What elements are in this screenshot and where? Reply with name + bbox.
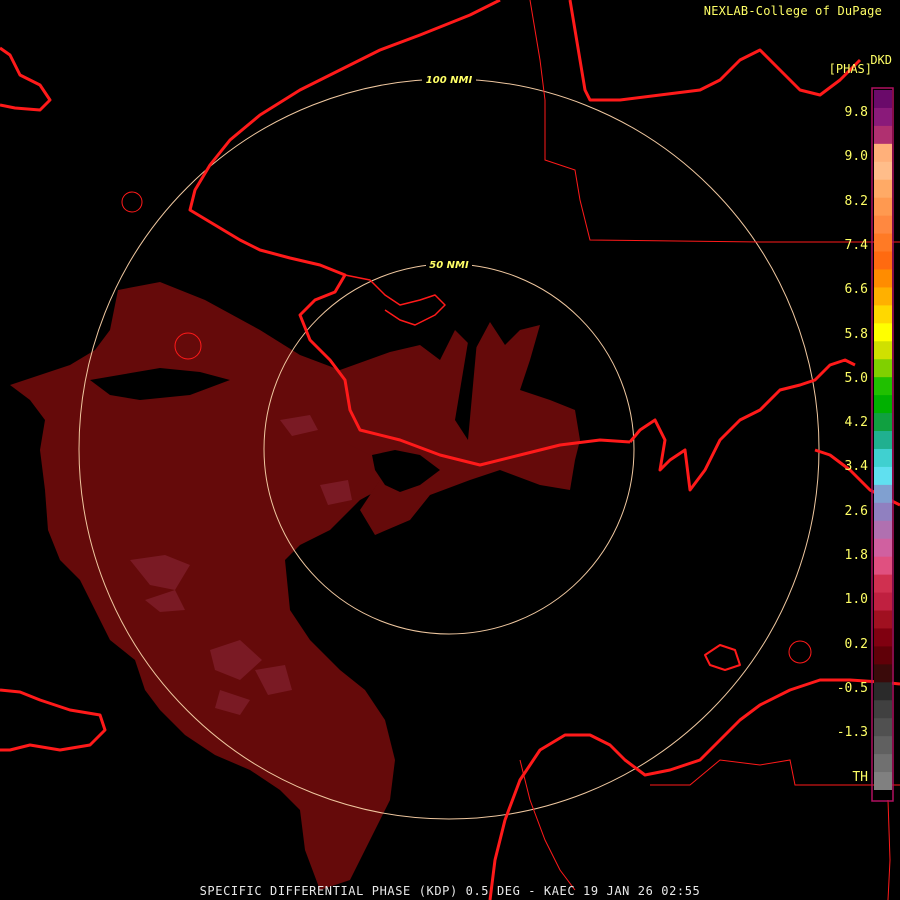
legend-swatch [874, 269, 892, 288]
coastline-west-lake [0, 46, 52, 112]
legend-swatch [874, 646, 892, 665]
radar-map: 50 NMI 100 NMI [0, 0, 900, 900]
legend-swatch [874, 197, 892, 217]
legend-swatch [874, 305, 892, 324]
legend-swatch [874, 448, 892, 468]
legend-swatch [874, 251, 892, 270]
legend-tick-label: TH [852, 769, 868, 785]
legend-tick-label: 2.6 [844, 503, 868, 519]
legend-swatch [874, 700, 892, 719]
radar-echoes [10, 282, 580, 890]
legend-color-bar [874, 90, 892, 800]
legend-swatch [874, 556, 892, 576]
legend-tick-label: 9.8 [844, 105, 868, 120]
legend-swatch [874, 90, 892, 109]
legend-swatch [874, 538, 892, 558]
range-label-100nmi: 100 NMI [426, 75, 473, 86]
legend-swatch [874, 664, 892, 683]
legend-swatch [874, 287, 892, 306]
islands [519, 759, 576, 891]
reservoir-outline [121, 191, 143, 213]
legend-tick-label: 7.4 [844, 237, 868, 253]
legend-swatch-bottom [874, 790, 892, 800]
coastline-south-gulf [488, 678, 900, 900]
lake-outline-east [788, 640, 812, 664]
legend-swatch [874, 431, 892, 450]
legend-tick-label: 0.2 [844, 636, 868, 652]
legend-swatch [874, 682, 892, 701]
credit-label: NEXLAB-College of DuPage [703, 4, 882, 18]
legend-unit-label: [PHAS] [828, 62, 872, 76]
legend-swatch [874, 215, 892, 235]
legend-tick-label: 1.8 [844, 548, 868, 563]
legend-swatch [874, 754, 892, 773]
radar-viewport: 50 NMI 100 NMI NEXLAB-College of DuPage … [0, 0, 900, 900]
legend-swatch [874, 233, 892, 253]
legend-tick-label: -0.5 [836, 680, 868, 696]
legend-swatch [874, 161, 892, 181]
legend-tick-label: 9.0 [844, 149, 868, 165]
legend-tick-label: 4.2 [844, 415, 868, 431]
legend-swatch [874, 718, 892, 737]
legend-tick-label: 5.8 [844, 326, 868, 342]
legend-swatch [874, 143, 892, 163]
coastline-small-lake [704, 644, 741, 671]
legend-swatch [874, 107, 892, 127]
legend-swatch [874, 484, 892, 504]
legend-swatch [874, 413, 892, 432]
legend-tick-label: 3.4 [844, 459, 868, 475]
coastline-bay [344, 274, 446, 326]
legend-swatch [874, 341, 892, 360]
coastline-southwest [0, 688, 107, 752]
legend-swatch [874, 395, 892, 414]
legend-swatch [874, 466, 892, 486]
legend-swatch [874, 736, 892, 755]
legend-tick-label: 8.2 [844, 193, 868, 209]
legend-tick-label: 6.6 [844, 282, 868, 298]
product-footer: SPECIFIC DIFFERENTIAL PHASE (KDP) 0.5 DE… [199, 884, 701, 898]
legend-swatch [874, 610, 892, 629]
legend-tick-label: 1.0 [844, 592, 868, 608]
legend-swatch [874, 125, 892, 145]
echo-fan [340, 322, 580, 535]
legend-swatch [874, 628, 892, 647]
legend-swatch [874, 323, 892, 342]
legend-swatch [874, 592, 892, 612]
coastline-east [628, 358, 856, 492]
legend-tick-label: 5.0 [844, 370, 868, 386]
legend-swatch [874, 772, 892, 791]
legend-swatch [874, 359, 892, 378]
legend-product-label: DKD [870, 53, 892, 67]
legend-swatch [874, 520, 892, 540]
legend-swatch [874, 502, 892, 522]
range-label-50nmi: 50 NMI [429, 260, 469, 271]
legend-swatch [874, 377, 892, 396]
legend-swatch [874, 179, 892, 199]
legend-swatch [874, 574, 892, 594]
legend-tick-label: -1.3 [836, 725, 868, 741]
